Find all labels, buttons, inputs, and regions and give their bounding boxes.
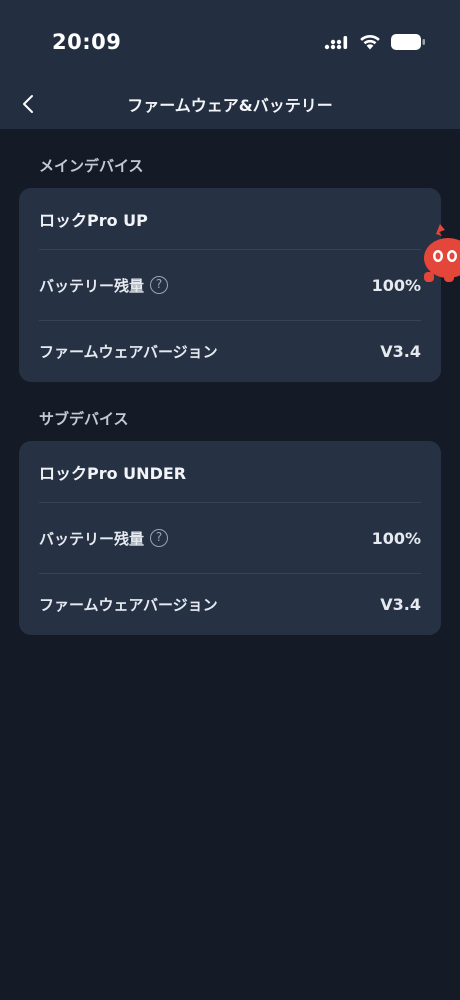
battery-row: バッテリー残量 ? 100%	[39, 249, 421, 320]
firmware-row: ファームウェアバージョン V3.4	[39, 320, 421, 382]
section-title-main-device: メインデバイス	[39, 157, 144, 175]
cellular-signal-icon	[324, 36, 348, 50]
help-icon[interactable]: ?	[150, 529, 169, 547]
device-name-row: ロックPro UP	[39, 188, 421, 249]
help-icon[interactable]: ?	[150, 276, 169, 294]
firmware-label: ファームウェアバージョン	[39, 343, 218, 361]
device-card-sub: ロックPro UNDER バッテリー残量 ? 100% ファームウェアバージョン…	[19, 441, 441, 635]
status-bar: 20:09	[0, 0, 460, 80]
firmware-row: ファームウェアバージョン V3.4	[39, 573, 421, 635]
status-time: 20:09	[52, 30, 122, 54]
battery-label: バッテリー残量	[39, 529, 145, 548]
battery-label-group: バッテリー残量 ?	[39, 528, 169, 549]
floating-assistant-icon[interactable]	[418, 220, 460, 286]
firmware-value: V3.4	[380, 595, 421, 614]
battery-label-group: バッテリー残量 ?	[39, 275, 169, 296]
status-icons	[324, 32, 426, 52]
firmware-label: ファームウェアバージョン	[39, 596, 218, 614]
battery-icon	[391, 34, 425, 50]
battery-row: バッテリー残量 ? 100%	[39, 502, 421, 573]
page-title: ファームウェア&バッテリー	[127, 96, 333, 115]
battery-value: 100%	[371, 528, 421, 548]
section-title-sub-device: サブデバイス	[39, 410, 129, 428]
device-card-main: ロックPro UP バッテリー残量 ? 100% ファームウェアバージョン V3…	[19, 188, 441, 382]
device-name: ロックPro UP	[39, 210, 148, 230]
wifi-icon	[360, 34, 380, 50]
device-name: ロックPro UNDER	[39, 463, 187, 483]
navigation-bar: ファームウェア&バッテリー	[0, 80, 460, 129]
firmware-value: V3.4	[380, 342, 421, 361]
device-name-row: ロックPro UNDER	[39, 441, 421, 502]
battery-label: バッテリー残量	[39, 276, 145, 295]
battery-value: 100%	[371, 275, 421, 295]
